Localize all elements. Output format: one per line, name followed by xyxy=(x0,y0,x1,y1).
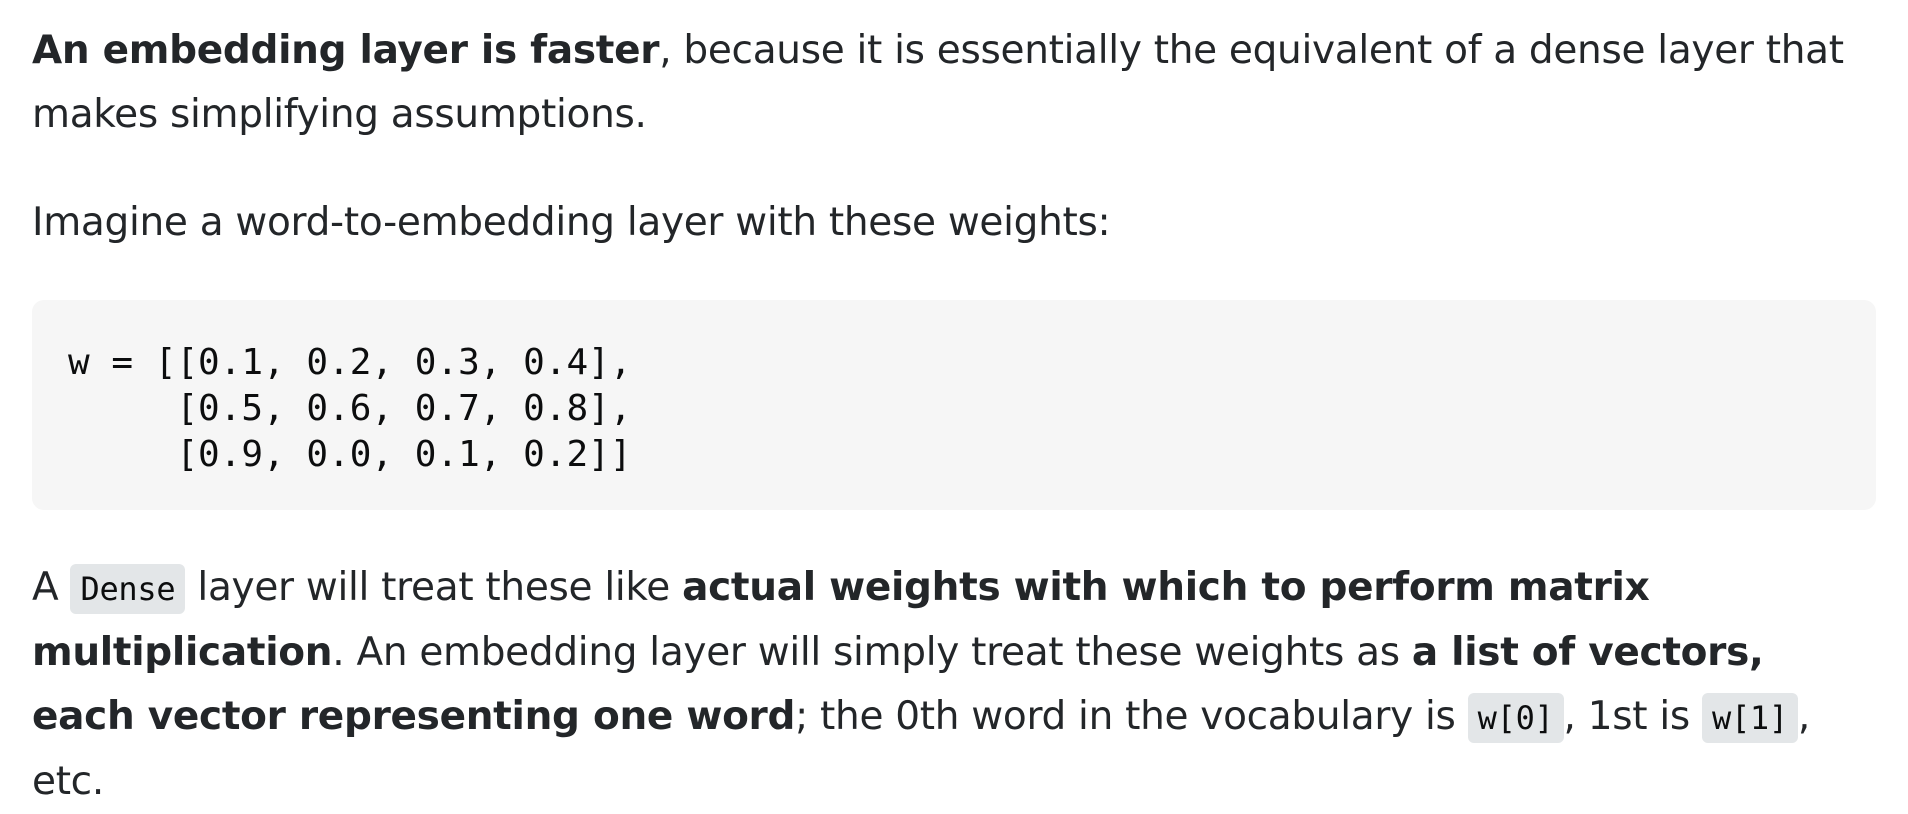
code-weights: w = [[0.1, 0.2, 0.3, 0.4], [0.5, 0.6, 0.… xyxy=(68,342,632,475)
inline-code-w1: w[1] xyxy=(1702,693,1798,743)
code-block: w = [[0.1, 0.2, 0.3, 0.4], [0.5, 0.6, 0.… xyxy=(32,300,1876,510)
answer-body: An embedding layer is faster, because it… xyxy=(0,0,1908,814)
inline-code-w0: w[0] xyxy=(1467,693,1564,743)
paragraph-text: , 1st is xyxy=(1563,694,1702,739)
inline-code-dense: Dense xyxy=(70,564,186,614)
paragraph-text: . An embedding layer will simply treat t… xyxy=(332,630,1412,675)
paragraph-imagine: Imagine a word-to-embedding layer with t… xyxy=(32,200,1111,245)
paragraph-dense-vs-embedding: A Dense layer will treat these like actu… xyxy=(32,556,1876,814)
paragraph-text: ; the 0th word in the vocabulary is xyxy=(795,694,1468,739)
bold-lead-text: An embedding layer is faster xyxy=(32,28,660,73)
paragraph-text: layer will treat these like xyxy=(185,565,683,610)
paragraph-text: A xyxy=(32,565,71,610)
paragraph-embedding-faster: An embedding layer is faster, because it… xyxy=(32,0,1876,147)
